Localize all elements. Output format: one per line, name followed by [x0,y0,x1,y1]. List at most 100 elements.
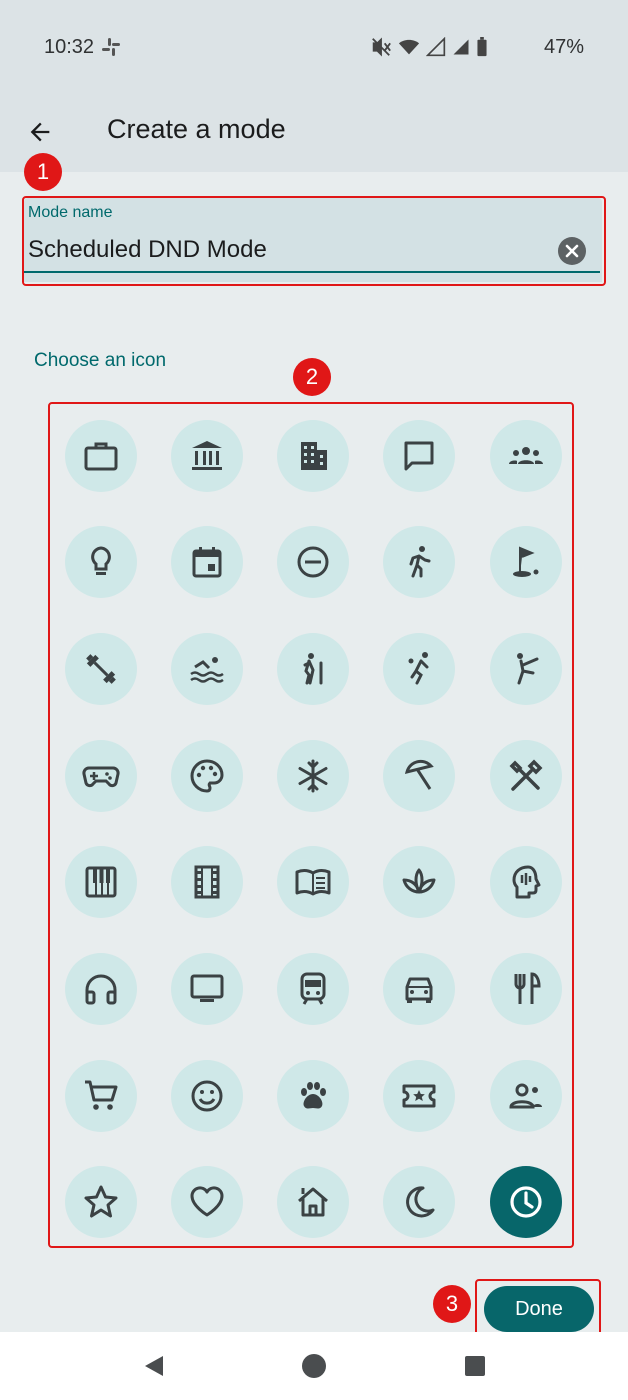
icon-option-fitness-dumbbell[interactable] [65,633,137,705]
smiley-icon [191,1080,223,1112]
icon-option-piano[interactable] [65,846,137,918]
icon-option-paw[interactable] [277,1060,349,1132]
system-nav-bar [0,1332,628,1400]
wifi-icon [398,39,420,55]
car-icon [405,977,433,1003]
icon-option-do-not-disturb[interactable] [277,526,349,598]
train-icon [300,972,326,1005]
tv-icon [190,974,224,1002]
battery-percentage: 47% [543,36,584,58]
piano-icon [85,866,117,898]
icon-option-beach-umbrella[interactable] [383,740,455,812]
clear-text-button[interactable] [558,237,586,265]
status-icons [370,36,488,58]
icon-option-martial-arts[interactable] [490,633,562,705]
icon-option-film[interactable] [171,846,243,918]
icon-option-snowflake[interactable] [277,740,349,812]
restaurant-icon [514,972,541,1004]
martial-arts-icon [517,653,539,685]
hiking-icon [303,653,323,685]
fitness-dumbbell-icon [86,654,116,684]
paw-icon [301,1082,326,1109]
icon-option-lightbulb[interactable] [65,526,137,598]
icon-option-calendar[interactable] [171,526,243,598]
icon-option-swimming[interactable] [171,633,243,705]
golf-icon [513,546,539,577]
icon-option-chat-bubble[interactable] [383,420,455,492]
icon-option-bank[interactable] [171,420,243,492]
icon-option-tv[interactable] [171,953,243,1025]
gamepad-icon [82,766,120,788]
icon-option-headphones[interactable] [65,953,137,1025]
icon-option-smiley[interactable] [171,1060,243,1132]
done-button[interactable]: Done [484,1286,594,1332]
palette-icon [190,759,224,793]
icon-option-moon[interactable] [383,1166,455,1238]
nav-home-icon[interactable] [302,1354,326,1378]
icon-option-restaurant[interactable] [490,953,562,1025]
shopping-cart-icon [85,1080,118,1110]
do-not-disturb-icon [297,546,329,578]
app-bar: Create a mode [0,100,628,164]
icon-option-groups[interactable] [490,420,562,492]
psychology-head-icon [512,865,541,899]
star-icon [84,1185,118,1218]
chat-bubble-icon [404,441,434,471]
annotation-badge-1: 1 [24,153,62,191]
icon-option-train[interactable] [277,953,349,1025]
office-building-icon [301,442,327,470]
lightbulb-icon [91,546,111,575]
tools-icon [509,759,543,791]
annotation-badge-2: 2 [293,358,331,396]
icon-option-clock[interactable] [490,1166,562,1238]
ticket-icon [402,1084,436,1108]
book-icon [295,869,331,896]
icon-option-psychology-head[interactable] [490,846,562,918]
person-card-icon [509,1083,542,1109]
mode-name-field[interactable]: Mode name Scheduled DND Mode [24,198,602,282]
swimming-icon [190,657,224,683]
icon-option-star[interactable] [65,1166,137,1238]
icon-option-person-card[interactable] [490,1060,562,1132]
headphones-icon [85,974,117,1005]
arrow-back-icon [30,122,50,142]
spa-lotus-icon [402,868,436,894]
close-icon [565,244,579,258]
slack-notification-icon [102,38,120,56]
icon-option-car[interactable] [383,953,455,1025]
icon-option-book[interactable] [277,846,349,918]
clock-icon [510,1186,542,1218]
icon-option-palette[interactable] [171,740,243,812]
moon-icon [406,1186,435,1218]
icon-option-hiking[interactable] [277,633,349,705]
icon-option-tools[interactable] [490,740,562,812]
icon-option-heart[interactable] [171,1166,243,1238]
status-time: 10:32 [44,36,95,58]
signal-icon-2 [453,39,469,55]
icon-grid [48,402,572,1246]
icon-option-briefcase[interactable] [65,420,137,492]
icon-option-ticket[interactable] [383,1060,455,1132]
icon-option-gamepad[interactable] [65,740,137,812]
icon-option-spa-lotus[interactable] [383,846,455,918]
icon-option-running[interactable] [383,526,455,598]
battery-icon [477,37,487,57]
icon-option-office-building[interactable] [277,420,349,492]
icon-option-house[interactable] [277,1166,349,1238]
choose-icon-label: Choose an icon [34,350,167,371]
mute-icon [372,37,391,57]
field-underline [24,271,600,273]
icon-option-golf[interactable] [490,526,562,598]
snowflake-icon [298,759,328,793]
icon-option-sports-handball[interactable] [383,633,455,705]
running-icon [409,546,431,578]
page-title: Create a mode [107,114,286,144]
beach-umbrella-icon [404,759,434,790]
film-icon [194,865,220,899]
icon-option-shopping-cart[interactable] [65,1060,137,1132]
nav-recents-icon[interactable] [465,1356,485,1376]
back-button[interactable] [20,112,60,152]
mode-name-input[interactable]: Scheduled DND Mode [28,236,267,264]
mode-name-label: Mode name [28,204,113,221]
nav-back-icon[interactable] [143,1354,165,1378]
